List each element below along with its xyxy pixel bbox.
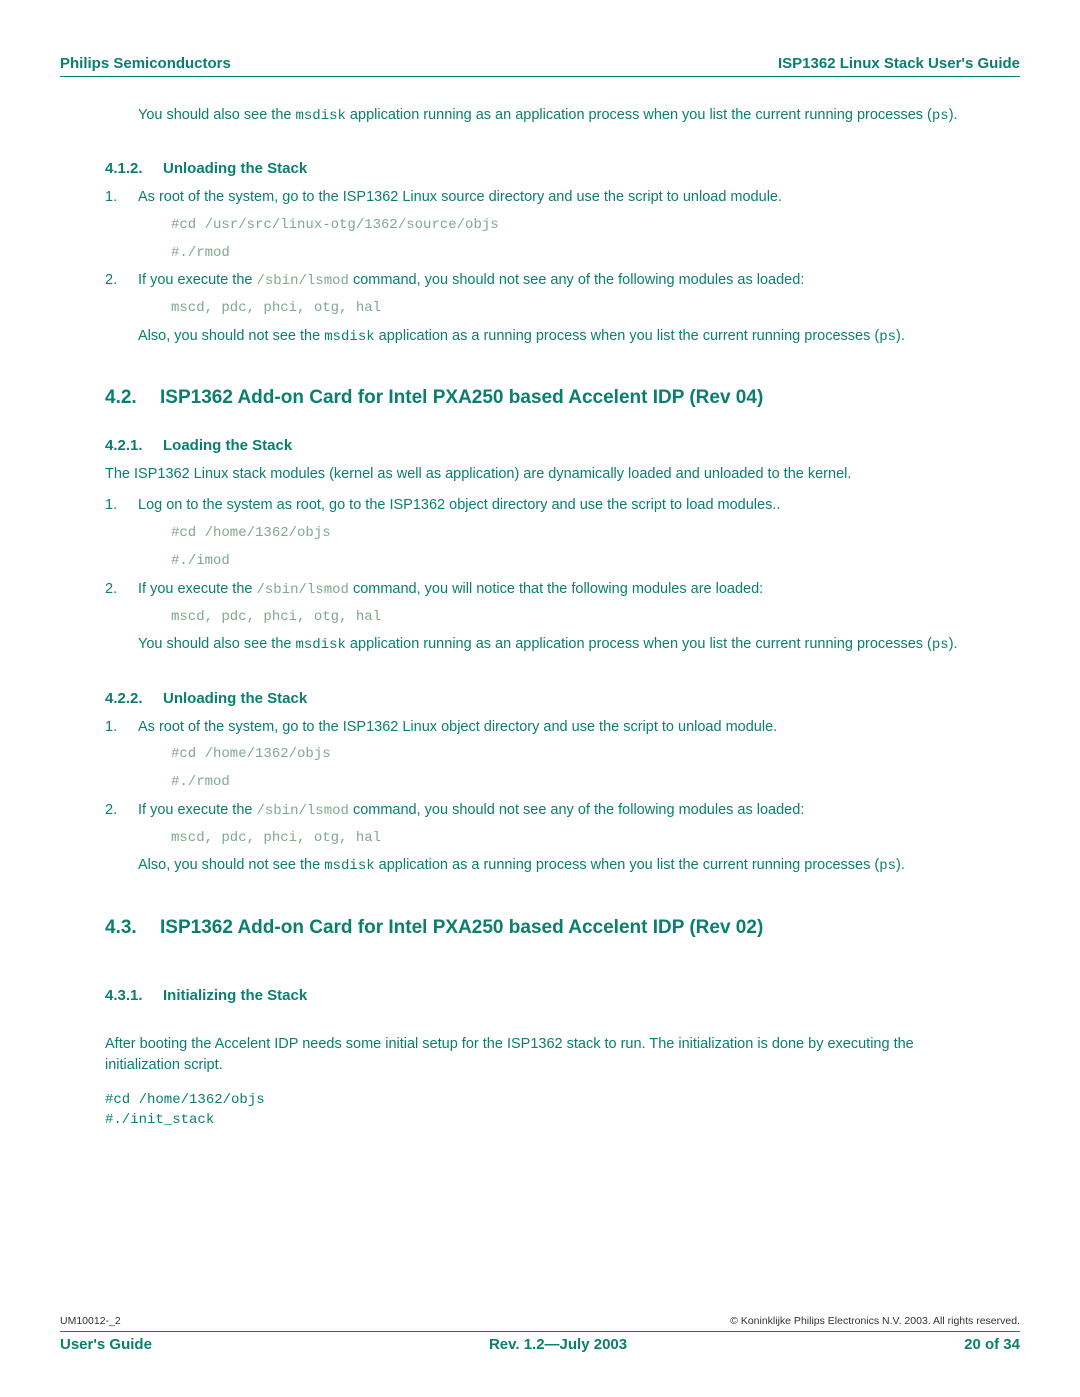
section-number: 4.3.1. bbox=[105, 987, 163, 1004]
section-number: 4.2.2. bbox=[105, 690, 163, 707]
steps-4-2-1: 1. Log on to the system as root, go to t… bbox=[105, 495, 975, 655]
section-title: Unloading the Stack bbox=[163, 160, 307, 177]
footer-main-row: User's Guide Rev. 1.2—July 2003 20 of 34 bbox=[60, 1336, 1020, 1353]
footer-meta-row: UM10012-_2 © Koninklijke Philips Electro… bbox=[60, 1315, 1020, 1329]
step-1: 1. As root of the system, go to the ISP1… bbox=[105, 717, 975, 794]
step-text: If you execute the bbox=[138, 581, 257, 597]
step-2: 2. If you execute the /sbin/lsmod comman… bbox=[105, 579, 975, 656]
text: application as a running process when yo… bbox=[375, 328, 880, 344]
heading-4-1-2: 4.1.2.Unloading the Stack bbox=[105, 160, 975, 177]
code-ps: ps bbox=[879, 329, 896, 345]
code-cd: #cd /home/1362/objs bbox=[171, 744, 975, 766]
intro-4-2-1: The ISP1362 Linux stack modules (kernel … bbox=[105, 464, 975, 485]
footer-left: User's Guide bbox=[60, 1336, 152, 1353]
intro-paragraph: You should also see the msdisk applicati… bbox=[138, 105, 975, 126]
document-page: Philips Semiconductors ISP1362 Linux Sta… bbox=[0, 0, 1080, 1397]
footer-center: Rev. 1.2—July 2003 bbox=[489, 1336, 627, 1353]
spacer bbox=[105, 967, 975, 987]
code-msdisk: msdisk bbox=[295, 108, 345, 124]
step-number: 1. bbox=[105, 495, 117, 517]
step-number: 1. bbox=[105, 717, 117, 739]
step-note: You should also see the msdisk applicati… bbox=[138, 634, 975, 655]
code-ps: ps bbox=[932, 637, 949, 653]
section-title: ISP1362 Add-on Card for Intel PXA250 bas… bbox=[160, 917, 763, 938]
header-left: Philips Semiconductors bbox=[60, 55, 231, 72]
code-modules: mscd, pdc, phci, otg, hal bbox=[171, 298, 975, 320]
text: You should also see the bbox=[138, 636, 295, 652]
heading-4-3: 4.3.ISP1362 Add-on Card for Intel PXA250… bbox=[105, 917, 975, 939]
step-number: 1. bbox=[105, 187, 117, 209]
code-msdisk: msdisk bbox=[324, 329, 374, 345]
section-title: Unloading the Stack bbox=[163, 690, 307, 707]
code-lsmod: /sbin/lsmod bbox=[257, 803, 349, 819]
section-title: ISP1362 Add-on Card for Intel PXA250 bas… bbox=[160, 387, 763, 408]
code-cd: #cd /home/1362/objs bbox=[171, 523, 975, 545]
steps-4-2-2: 1. As root of the system, go to the ISP1… bbox=[105, 717, 975, 877]
section-number: 4.3. bbox=[105, 917, 160, 939]
step-text: Log on to the system as root, go to the … bbox=[138, 497, 780, 513]
spacer bbox=[105, 1014, 975, 1034]
code-ps: ps bbox=[932, 108, 949, 124]
step-2: 2. If you execute the /sbin/lsmod comman… bbox=[105, 800, 975, 877]
text: ). bbox=[949, 107, 958, 123]
step-note: Also, you should not see the msdisk appl… bbox=[138, 855, 975, 876]
doc-id: UM10012-_2 bbox=[60, 1315, 121, 1327]
text: You should also see the bbox=[138, 107, 295, 123]
header-right: ISP1362 Linux Stack User's Guide bbox=[778, 55, 1020, 72]
code-ps: ps bbox=[879, 858, 896, 874]
code-imod: #./imod bbox=[171, 551, 975, 573]
step-text: command, you should not see any of the f… bbox=[349, 272, 804, 288]
footer-rule: User's Guide Rev. 1.2—July 2003 20 of 34 bbox=[60, 1331, 1020, 1353]
page-content: You should also see the msdisk applicati… bbox=[60, 105, 1020, 1130]
text: ). bbox=[896, 328, 905, 344]
page-header: Philips Semiconductors ISP1362 Linux Sta… bbox=[60, 55, 1020, 77]
code-msdisk: msdisk bbox=[324, 858, 374, 874]
step-text: command, you will notice that the follow… bbox=[349, 581, 763, 597]
section-number: 4.1.2. bbox=[105, 160, 163, 177]
copyright: © Koninklijke Philips Electronics N.V. 2… bbox=[730, 1315, 1020, 1327]
step-text: As root of the system, go to the ISP1362… bbox=[138, 719, 777, 735]
heading-4-2-2: 4.2.2.Unloading the Stack bbox=[105, 690, 975, 707]
heading-4-2: 4.2.ISP1362 Add-on Card for Intel PXA250… bbox=[105, 387, 975, 409]
text: application running as an application pr… bbox=[346, 636, 932, 652]
step-text: If you execute the bbox=[138, 272, 257, 288]
step-note: Also, you should not see the msdisk appl… bbox=[138, 326, 975, 347]
step-2: 2. If you execute the /sbin/lsmod comman… bbox=[105, 270, 975, 347]
code-init-stack: #cd /home/1362/objs #./init_stack bbox=[105, 1090, 975, 1131]
code-msdisk: msdisk bbox=[295, 637, 345, 653]
code-modules: mscd, pdc, phci, otg, hal bbox=[171, 607, 975, 629]
step-text: command, you should not see any of the f… bbox=[349, 802, 804, 818]
step-number: 2. bbox=[105, 800, 117, 822]
code-rmod: #./rmod bbox=[171, 243, 975, 265]
footer-right: 20 of 34 bbox=[964, 1336, 1020, 1353]
text: Also, you should not see the bbox=[138, 328, 324, 344]
text: ). bbox=[896, 857, 905, 873]
steps-4-1-2: 1. As root of the system, go to the ISP1… bbox=[105, 187, 975, 347]
text: ). bbox=[949, 636, 958, 652]
section-number: 4.2. bbox=[105, 387, 160, 409]
code-lsmod: /sbin/lsmod bbox=[257, 582, 349, 598]
text: application running as an application pr… bbox=[346, 107, 932, 123]
step-text: If you execute the bbox=[138, 802, 257, 818]
heading-4-3-1: 4.3.1.Initializing the Stack bbox=[105, 987, 975, 1004]
heading-4-2-1: 4.2.1.Loading the Stack bbox=[105, 437, 975, 454]
code-cd: #cd /usr/src/linux-otg/1362/source/objs bbox=[171, 215, 975, 237]
step-number: 2. bbox=[105, 579, 117, 601]
intro-4-3-1: After booting the Accelent IDP needs som… bbox=[105, 1034, 975, 1076]
code-rmod: #./rmod bbox=[171, 772, 975, 794]
step-text: As root of the system, go to the ISP1362… bbox=[138, 189, 782, 205]
section-number: 4.2.1. bbox=[105, 437, 163, 454]
step-1: 1. As root of the system, go to the ISP1… bbox=[105, 187, 975, 264]
text: application as a running process when yo… bbox=[375, 857, 880, 873]
code-lsmod: /sbin/lsmod bbox=[257, 273, 349, 289]
page-footer: UM10012-_2 © Koninklijke Philips Electro… bbox=[60, 1315, 1020, 1353]
section-title: Loading the Stack bbox=[163, 437, 292, 454]
text: Also, you should not see the bbox=[138, 857, 324, 873]
step-1: 1. Log on to the system as root, go to t… bbox=[105, 495, 975, 572]
step-number: 2. bbox=[105, 270, 117, 292]
section-title: Initializing the Stack bbox=[163, 987, 307, 1004]
code-modules: mscd, pdc, phci, otg, hal bbox=[171, 828, 975, 850]
